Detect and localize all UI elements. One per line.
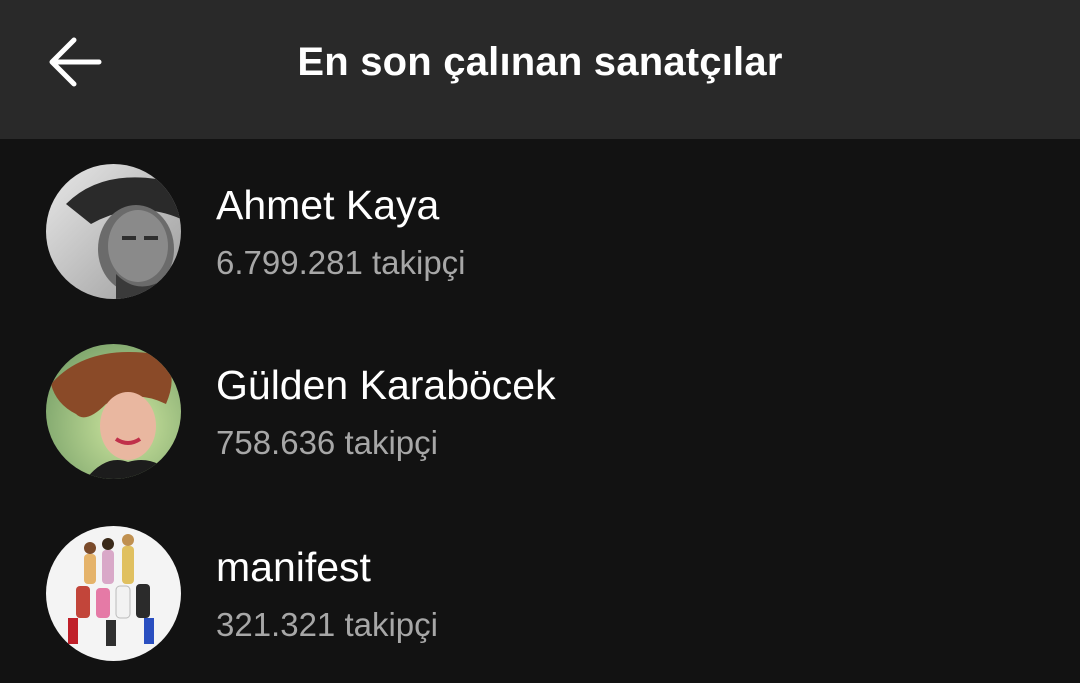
- back-button[interactable]: [28, 18, 120, 106]
- artist-name: manifest: [216, 544, 371, 590]
- artist-row-manifest[interactable]: manifest 321.321 takipçi: [0, 501, 1080, 671]
- artist-follower-count: 758.636 takipçi: [216, 424, 438, 461]
- artist-avatar: [46, 164, 181, 299]
- artist-avatar: [46, 344, 181, 479]
- artist-row-gulden-karabocek[interactable]: Gülden Karaböcek 758.636 takipçi: [0, 319, 1080, 489]
- artist-avatar: [46, 526, 181, 661]
- artist-name: Gülden Karaböcek: [216, 362, 556, 408]
- page-title: En son çalınan sanatçılar: [297, 40, 783, 84]
- artist-row-ahmet-kaya[interactable]: Ahmet Kaya 6.799.281 takipçi: [0, 139, 1080, 309]
- top-bar: En son çalınan sanatçılar: [0, 0, 1080, 139]
- artist-name: Ahmet Kaya: [216, 182, 440, 228]
- artist-follower-count: 6.799.281 takipçi: [216, 244, 466, 281]
- arrow-left-icon: [49, 37, 102, 87]
- artist-follower-count: 321.321 takipçi: [216, 606, 438, 643]
- app-window: En son çalınan sanatçılar Ahmet Kaya 6.7…: [0, 0, 1080, 683]
